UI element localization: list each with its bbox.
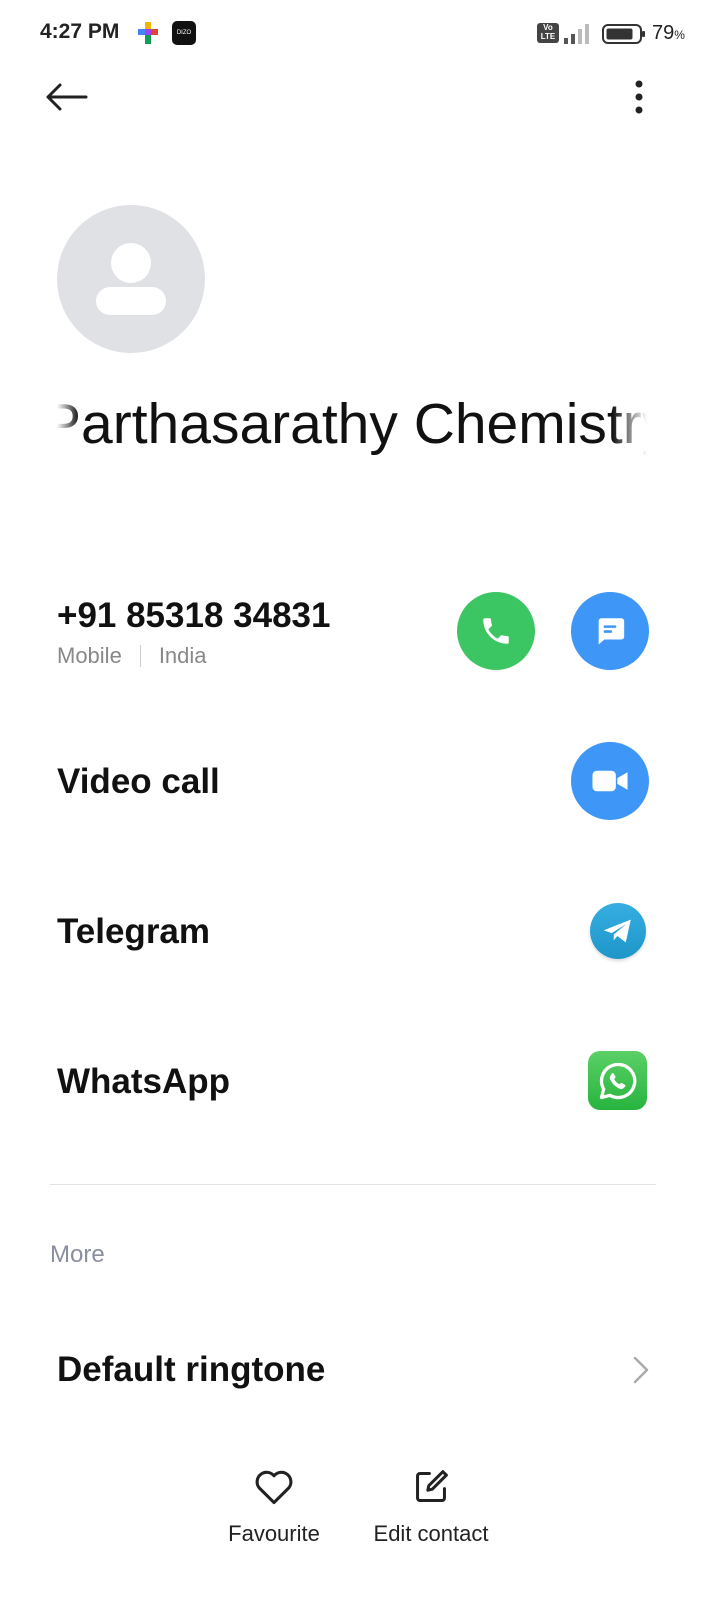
favourite-button[interactable]: Favourite <box>214 1465 334 1565</box>
more-section-title: More <box>50 1241 105 1268</box>
phone-number[interactable]: +91 85318 34831 <box>57 596 330 636</box>
phone-icon <box>483 618 509 644</box>
more-options-button[interactable] <box>618 74 660 120</box>
edit-contact-label: Edit contact <box>373 1521 489 1546</box>
status-time: 4:27 PM <box>40 20 120 43</box>
default-ringtone-label: Default ringtone <box>57 1350 326 1389</box>
arrow-left-icon <box>46 83 88 111</box>
video-call-button[interactable] <box>571 742 649 820</box>
whatsapp-label[interactable]: WhatsApp <box>57 1062 230 1102</box>
section-divider <box>50 1184 656 1185</box>
battery-percent: 79% <box>652 22 685 44</box>
status-bar: 4:27 PM DIZO Vo LTE 79% <box>0 0 720 68</box>
battery-icon <box>602 24 645 44</box>
telegram-label[interactable]: Telegram <box>57 912 210 952</box>
video-camera-icon <box>592 770 628 792</box>
favourite-label: Favourite <box>228 1521 320 1546</box>
phone-region: India <box>158 643 207 668</box>
contact-name: Parthasarathy Chemistry <box>57 392 647 456</box>
avatar-body <box>96 287 166 315</box>
edit-icon <box>409 1465 453 1509</box>
message-button[interactable] <box>571 592 649 670</box>
whatsapp-glyph <box>599 1062 636 1099</box>
contact-avatar[interactable] <box>57 205 205 353</box>
whatsapp-icon[interactable] <box>588 1051 647 1110</box>
edit-contact-button[interactable]: Edit contact <box>360 1465 502 1565</box>
avatar-head <box>111 243 151 283</box>
heart-icon <box>252 1465 296 1509</box>
message-icon <box>598 618 625 645</box>
call-button[interactable] <box>457 592 535 670</box>
dizo-app-icon: DIZO <box>172 21 196 45</box>
app-notification-icon <box>138 22 158 44</box>
chevron-right-icon <box>633 1356 649 1384</box>
signal-icon <box>564 24 589 44</box>
volte-icon: Vo LTE <box>537 23 559 43</box>
phone-meta: Mobile India <box>57 643 207 669</box>
contact-detail-screen: 4:27 PM DIZO Vo LTE 79% Parthasarathy Ch… <box>0 0 720 1600</box>
more-vertical-icon <box>635 80 643 114</box>
default-ringtone-row[interactable]: Default ringtone <box>0 1330 720 1410</box>
back-button[interactable] <box>40 74 92 120</box>
telegram-plane-glyph <box>603 919 631 943</box>
video-call-label[interactable]: Video call <box>57 762 220 802</box>
telegram-icon[interactable] <box>590 903 646 959</box>
meta-divider <box>139 645 141 667</box>
phone-type: Mobile <box>57 643 122 668</box>
